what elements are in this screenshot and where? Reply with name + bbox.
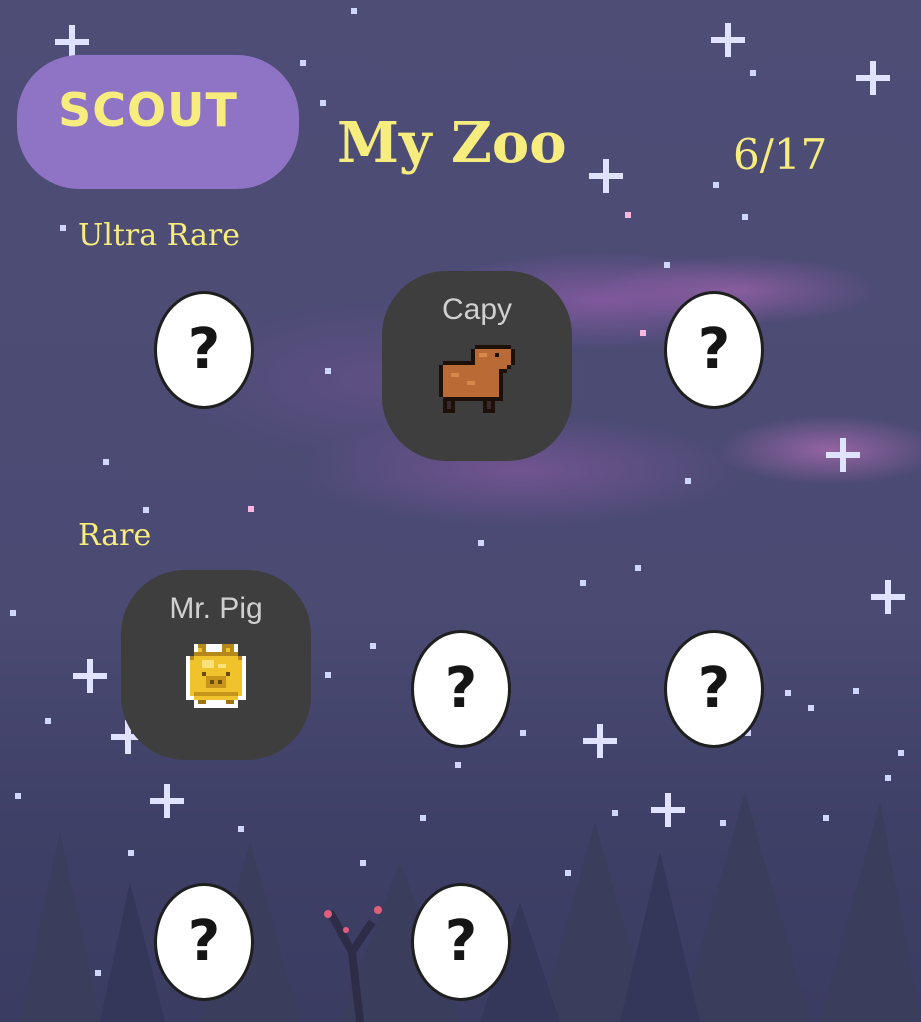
page-title: My Zoo: [337, 110, 567, 176]
unknown-animal-slot[interactable]: ?: [411, 630, 511, 748]
section-label-rare: Rare: [78, 518, 152, 553]
unknown-animal-slot[interactable]: ?: [664, 630, 764, 748]
golden-pig-icon: [182, 640, 250, 716]
unknown-animal-slot[interactable]: ?: [411, 883, 511, 1001]
question-mark-icon: ?: [697, 656, 731, 721]
collection-count: 6/17: [733, 130, 828, 179]
unknown-animal-slot[interactable]: ?: [154, 883, 254, 1001]
animal-name: Capy: [441, 293, 513, 326]
question-mark-icon: ?: [444, 656, 478, 721]
question-mark-icon: ?: [187, 317, 221, 382]
animal-card-mr-pig[interactable]: Mr. Pig: [121, 570, 311, 760]
section-label-ultra-rare: Ultra Rare: [78, 218, 240, 253]
animal-card-capy[interactable]: Capy: [382, 271, 572, 461]
scout-button[interactable]: SCOUT: [17, 55, 299, 189]
unknown-animal-slot[interactable]: ?: [664, 291, 764, 409]
question-mark-icon: ?: [697, 317, 731, 382]
animal-name: Mr. Pig: [169, 592, 263, 625]
question-mark-icon: ?: [187, 909, 221, 974]
unknown-animal-slot[interactable]: ?: [154, 291, 254, 409]
question-mark-icon: ?: [444, 909, 478, 974]
capybara-icon: [435, 341, 519, 417]
